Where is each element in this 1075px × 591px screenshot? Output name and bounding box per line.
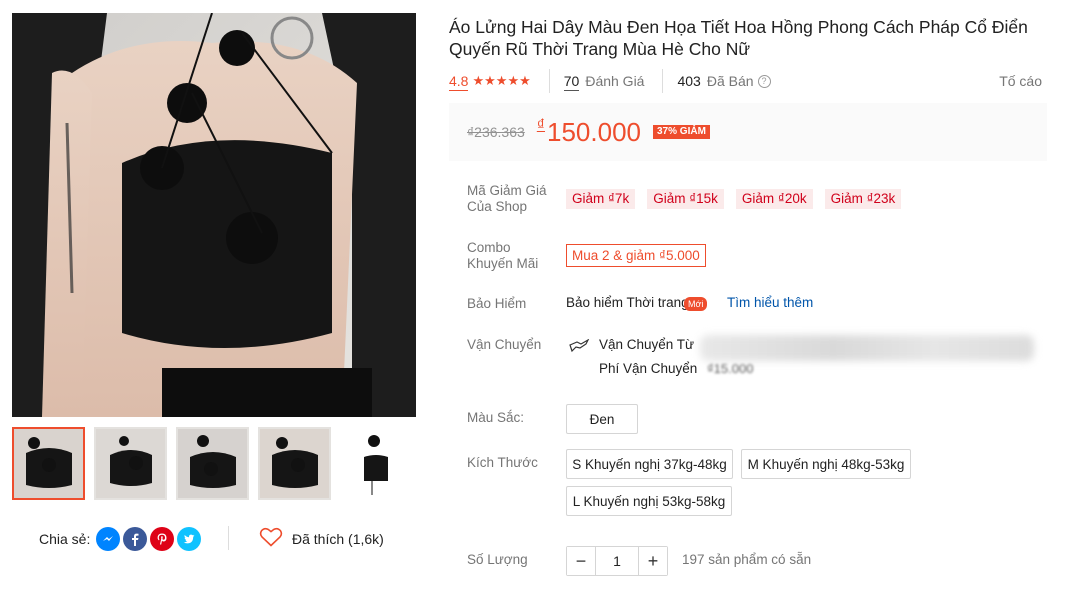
currency-symbol: ₫ xyxy=(536,116,546,134)
voucher-tag[interactable]: Giảm ₫23k xyxy=(824,189,902,209)
sold-label: Đã Bán xyxy=(706,73,754,89)
truck-icon xyxy=(568,338,590,358)
stat-divider xyxy=(662,69,664,93)
share-divider xyxy=(228,526,229,550)
share-label: Chia sẻ: xyxy=(39,531,91,547)
quantity-input[interactable]: 1 xyxy=(595,547,639,575)
voucher-tag[interactable]: Giảm ₫7k xyxy=(566,189,636,209)
price-box: ₫236.363 ₫ 150.000 37% GIẢM xyxy=(449,103,1047,161)
report-link[interactable]: Tố cáo xyxy=(999,73,1042,89)
insurance-name: Bảo hiểm Thời trang xyxy=(566,295,689,310)
like-button[interactable]: Đã thích (1,6k) xyxy=(259,527,384,551)
star-icon: ★ xyxy=(519,73,531,88)
voucher-label: Mã Giảm Giá Của Shop xyxy=(467,183,547,214)
size-label: Kích Thước xyxy=(467,455,538,470)
price-value: 150.000 xyxy=(547,116,641,147)
thumbnail-strip xyxy=(12,427,413,500)
quantity-stepper: − 1 + xyxy=(566,546,668,576)
product-stats: 4.8 ★ ★ ★ ★ ★ 70 Đánh Giá 403 Đã Bán ? Tố cá… xyxy=(449,69,1047,93)
thumbnail-3[interactable] xyxy=(176,427,249,500)
size-option[interactable]: M Khuyến nghị 48kg-53kg xyxy=(741,449,911,479)
product-page: Chia sẻ: Đã thích (1,6k) Áo Lửng Hai Dây… xyxy=(0,0,1075,591)
stat-divider xyxy=(548,69,550,93)
shipping-label: Vận Chuyển xyxy=(467,337,542,352)
ship-from-label: Vận Chuyển Từ xyxy=(599,337,695,352)
review-count[interactable]: 70 xyxy=(563,72,580,91)
thumbnail-2[interactable] xyxy=(94,427,167,500)
star-icon: ★ xyxy=(495,73,508,88)
help-icon[interactable]: ? xyxy=(757,74,771,88)
increase-button[interactable]: + xyxy=(639,547,667,575)
messenger-icon[interactable] xyxy=(96,527,121,551)
voucher-list: Giảm ₫7k Giảm ₫15k Giảm ₫20k Giảm ₫23k xyxy=(566,189,902,209)
combo-label: Combo Khuyến Mãi xyxy=(467,240,539,271)
sold-count: 403 xyxy=(677,73,701,89)
size-option[interactable]: L Khuyến nghị 53kg-58kg xyxy=(566,486,732,516)
review-label: Đánh Giá xyxy=(585,73,645,89)
ship-fee-value[interactable]: ₫15.000 xyxy=(707,361,753,376)
rating-stars: ★ ★ ★ ★ ★ xyxy=(472,73,530,89)
ship-fee-label: Phí Vận Chuyển xyxy=(599,361,698,376)
color-option[interactable]: Đen xyxy=(566,404,638,434)
product-title: Áo Lửng Hai Dây Màu Đen Họa Tiết Hoa Hồn… xyxy=(449,17,1028,59)
new-badge: Mới xyxy=(684,297,708,311)
star-icon: ★ xyxy=(484,73,496,88)
rating-value[interactable]: 4.8 xyxy=(449,72,469,91)
share-row: Chia sẻ: xyxy=(39,527,204,551)
combo-deal[interactable]: Mua 2 & giảm ₫5.000 xyxy=(566,244,706,267)
thumbnail-1[interactable] xyxy=(12,427,85,500)
main-product-image[interactable] xyxy=(12,13,416,417)
insurance-label: Bảo Hiểm xyxy=(467,296,527,311)
quantity-label: Số Lượng xyxy=(467,552,528,567)
color-label: Màu Sắc: xyxy=(467,410,525,425)
heart-icon[interactable] xyxy=(259,527,283,552)
voucher-tag[interactable]: Giảm ₫15k xyxy=(647,189,724,209)
learn-more-link[interactable]: Tìm hiểu thêm xyxy=(727,295,813,310)
original-price: ₫236.363 xyxy=(467,124,525,140)
twitter-icon[interactable] xyxy=(177,527,202,551)
voucher-tag[interactable]: Giảm ₫20k xyxy=(735,189,813,209)
thumbnail-5[interactable] xyxy=(340,427,413,500)
facebook-icon[interactable] xyxy=(123,527,148,551)
size-option[interactable]: S Khuyến nghị 37kg-48kg xyxy=(566,449,733,479)
thumbnail-4[interactable] xyxy=(258,427,331,500)
current-price: ₫ 150.000 xyxy=(537,117,641,148)
pinterest-icon[interactable] xyxy=(150,527,175,551)
discount-badge: 37% GIẢM xyxy=(653,125,710,139)
star-icon: ★ xyxy=(472,73,485,88)
decrease-button[interactable]: − xyxy=(567,547,595,575)
like-count: Đã thích (1,6k) xyxy=(292,531,384,547)
stock-available: 197 sản phẩm có sẵn xyxy=(682,552,812,567)
redacted-shipping-origin xyxy=(700,335,1034,361)
star-icon: ★ xyxy=(507,73,520,88)
